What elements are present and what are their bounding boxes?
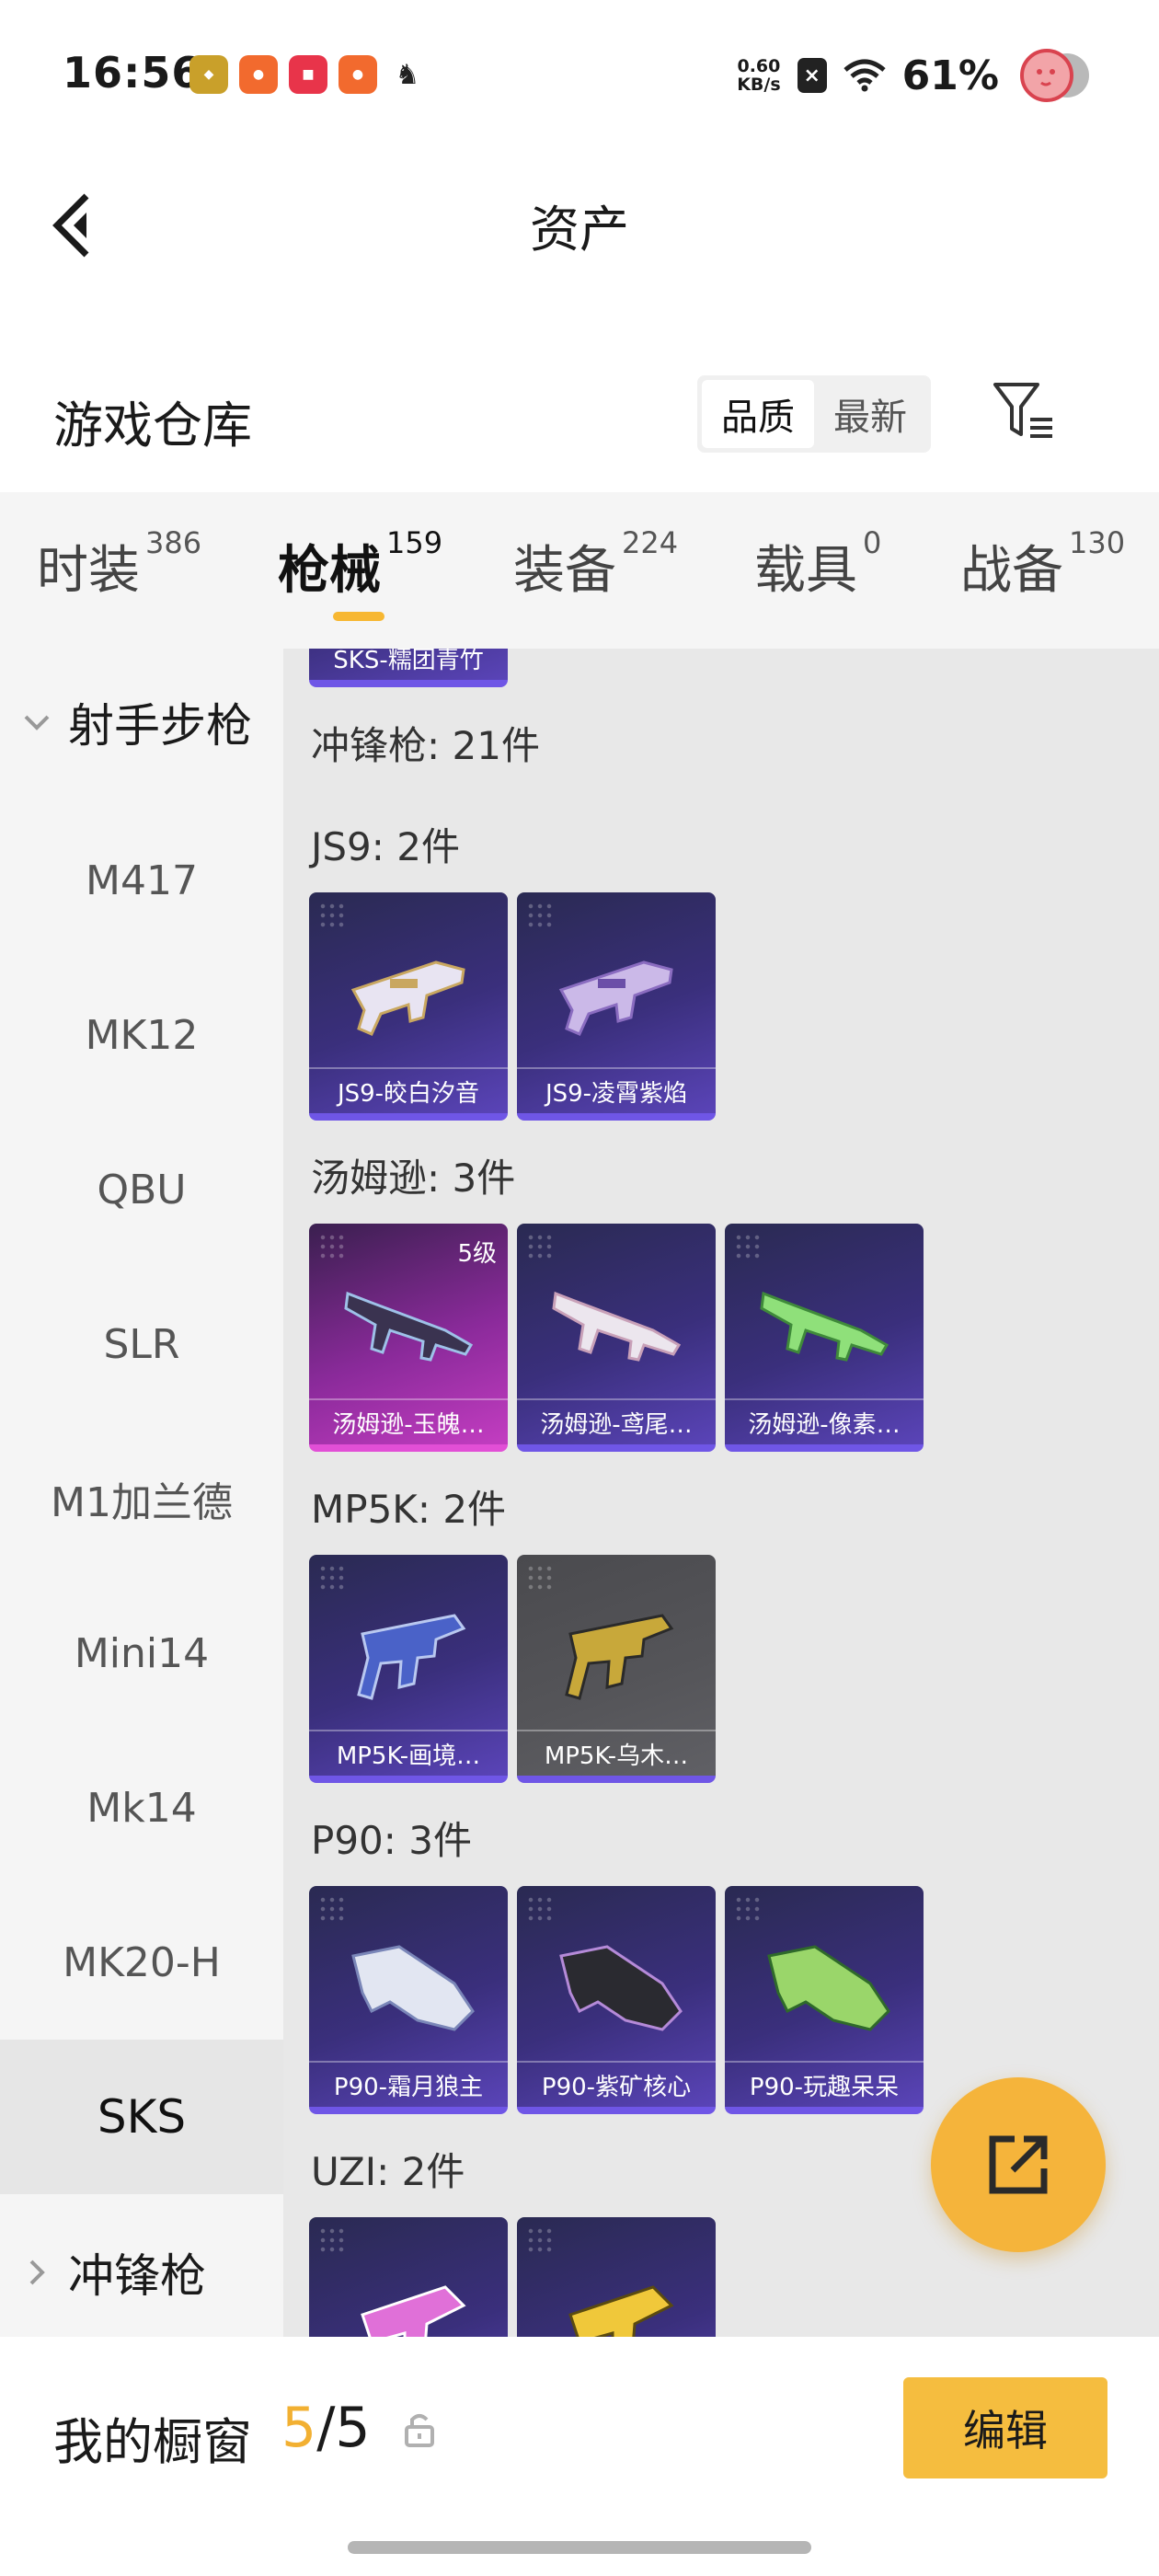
app-header: 资产 (0, 152, 1159, 299)
smg-js9-icon (350, 960, 465, 1036)
weapon-card[interactable]: 5级 汤姆逊-玉魄… (309, 1224, 508, 1452)
smg-uzi-icon (568, 2285, 674, 2337)
smg-mp5k-icon (565, 1614, 674, 1700)
weapon-card[interactable] (309, 2217, 508, 2337)
weapon-type-sidebar: 射手步枪 M417 MK12 QBU SLR M1加兰德 Mini14 Mk14… (0, 649, 283, 2337)
weapon-card[interactable]: JS9-皎白汐音 (309, 892, 508, 1121)
weapon-card[interactable] (517, 2217, 716, 2337)
weapon-card[interactable]: P90-玩趣呆呆 (725, 1886, 924, 2114)
chevron-down-icon (24, 715, 50, 730)
sort-toggle: 品质 最新 (697, 375, 931, 453)
no-sim-icon: × (797, 58, 827, 93)
app-horse-icon: ♞ (395, 58, 420, 91)
sidebar-item-mk20h[interactable]: MK20-H (0, 1885, 283, 2040)
edit-button[interactable]: 编辑 (903, 2377, 1107, 2478)
app-kuaishou-icon: ● (239, 55, 278, 94)
sidebar-item-m417[interactable]: M417 (0, 803, 283, 958)
sidebar-item-m1-garand[interactable]: M1加兰德 (0, 1421, 283, 1576)
tab-vehicles[interactable]: 载具 0 (754, 525, 881, 604)
showcase-bar: 我的橱窗 5/5 编辑 (0, 2337, 1159, 2576)
app-xiaohongshu-icon: ■ (289, 55, 327, 94)
smg-uzi-icon (361, 2285, 466, 2337)
weapon-card-name: P90-霜月狼主 (309, 2061, 508, 2107)
weapon-card-name: MP5K-乌木… (517, 1730, 716, 1776)
showcase-count: 5/5 (281, 2396, 371, 2460)
status-time: 16:56 (63, 48, 202, 98)
sidebar-item-sks[interactable]: SKS (0, 2040, 283, 2194)
weapon-card[interactable]: JS9-凌霄紫焰 (517, 892, 716, 1121)
weapon-card[interactable]: 汤姆逊-像素… (725, 1224, 924, 1452)
section-label-thompson: 汤姆逊: 3件 (311, 1156, 516, 1201)
tab-fashion[interactable]: 时装 386 (37, 525, 201, 604)
weapon-card-name: SKS-糯团青竹 (309, 649, 508, 680)
sidebar-item-qbu[interactable]: QBU (0, 1112, 283, 1267)
share-button[interactable] (931, 2077, 1106, 2252)
smg-thompson-icon (552, 1291, 682, 1362)
smg-p90-icon (351, 1945, 475, 2031)
section-label-p90: P90: 3件 (311, 1818, 472, 1863)
sidebar-group-smg[interactable]: 冲锋枪 (0, 2199, 283, 2337)
sidebar-group-marksman-rifles[interactable]: 射手步枪 (0, 649, 283, 796)
weapon-card[interactable]: MP5K-乌木… (517, 1555, 716, 1783)
tab-equipment[interactable]: 装备 224 (513, 525, 678, 604)
warehouse-title: 游戏仓库 (53, 397, 252, 454)
status-bar: 16:56 ◆ ● ■ ● ♞ 0.60 KB/s × 61% (0, 0, 1159, 152)
weapon-card-name: 汤姆逊-像素… (725, 1398, 924, 1444)
smg-mp5k-icon (357, 1614, 466, 1700)
tab-indicator (333, 612, 384, 621)
share-icon (989, 2135, 1048, 2194)
wifi-icon (843, 59, 886, 92)
smg-thompson-icon (760, 1291, 889, 1362)
smg-thompson-icon (344, 1291, 474, 1362)
network-speed: 0.60 KB/s (737, 56, 781, 95)
sidebar-item-mk12[interactable]: MK12 (0, 958, 283, 1112)
page-title: 资产 (530, 201, 629, 259)
lock-icon (405, 2414, 434, 2447)
chevron-right-icon (29, 2260, 45, 2285)
category-count-header: 冲锋枪: 21件 (311, 723, 540, 768)
tab-supplies[interactable]: 战备 130 (960, 525, 1125, 604)
section-label-uzi: UZI: 2件 (311, 2149, 465, 2194)
sidebar-item-slr[interactable]: SLR (0, 1267, 283, 1421)
sidebar-item-mini14[interactable]: Mini14 (0, 1576, 283, 1731)
smg-js9-icon (558, 960, 673, 1036)
notification-icons: ◆ ● ■ ● ♞ (189, 55, 427, 94)
weapon-card-name: 汤姆逊-玉魄… (309, 1398, 508, 1444)
weapon-card[interactable]: P90-紫矿核心 (517, 1886, 716, 2114)
section-label-mp5k: MP5K: 2件 (311, 1487, 507, 1532)
weapon-card-name: 汤姆逊-鸢尾… (517, 1398, 716, 1444)
weapon-card[interactable]: P90-霜月狼主 (309, 1886, 508, 2114)
weapon-card[interactable]: MP5K-画境… (309, 1555, 508, 1783)
weapon-card-sks[interactable]: SKS-糯团青竹 (309, 649, 508, 687)
sidebar-item-mk14[interactable]: Mk14 (0, 1731, 283, 1885)
category-tabs: 时装 386 枪械 159 装备 224 载具 0 战备 130 (0, 492, 1159, 649)
tab-firearms[interactable]: 枪械 159 (278, 525, 442, 604)
weapon-card-name: JS9-皎白汐音 (309, 1067, 508, 1113)
filter-icon[interactable] (992, 379, 1056, 443)
battery-level: 61% (901, 52, 999, 99)
app-game-icon: ◆ (189, 55, 228, 94)
section-label-js9: JS9: 2件 (311, 824, 460, 869)
weapon-card-name: JS9-凌霄紫焰 (517, 1067, 716, 1113)
weapon-card-name: P90-紫矿核心 (517, 2061, 716, 2107)
weapon-card[interactable]: 汤姆逊-鸢尾… (517, 1224, 716, 1452)
app-kuaishou-icon: ● (339, 55, 377, 94)
showcase-label: 我的橱窗 (53, 2413, 252, 2471)
sort-latest-option[interactable]: 最新 (814, 380, 926, 448)
smg-p90-icon (559, 1945, 683, 2031)
piggy-avatar-icon (1020, 49, 1089, 102)
weapon-card-name: MP5K-画境… (309, 1730, 508, 1776)
home-indicator[interactable] (348, 2541, 811, 2554)
smg-p90-icon (767, 1945, 890, 2031)
sort-quality-option[interactable]: 品质 (702, 380, 814, 448)
weapon-card-name: P90-玩趣呆呆 (725, 2061, 924, 2107)
